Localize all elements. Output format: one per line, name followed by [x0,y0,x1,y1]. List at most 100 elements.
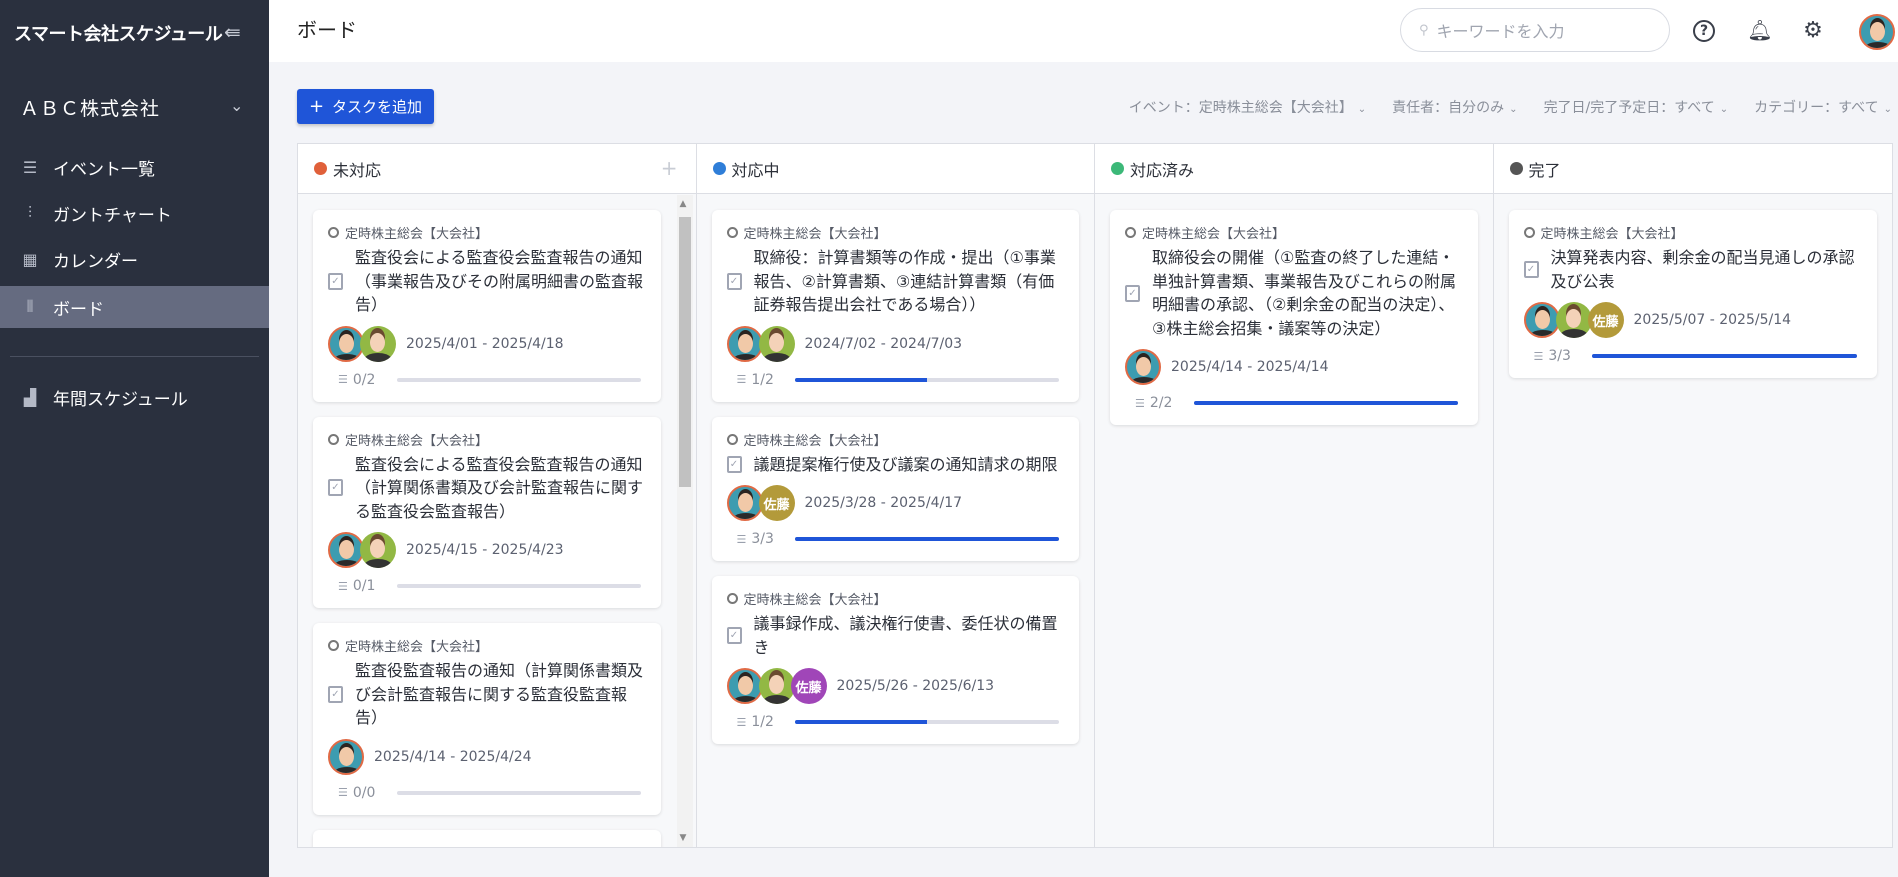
bell-icon[interactable]: 🔔︎ [1747,17,1773,43]
checklist-icon: ☰ [338,786,348,799]
target-icon [328,640,339,651]
sidebar-item-gantt[interactable]: ⫶ ガントチャート [0,192,269,234]
search-input[interactable]: ⚲ キーワードを入力 [1400,8,1670,52]
card-date-range: 2025/5/07 - 2025/5/14 [1633,312,1792,328]
scroll-thumb[interactable] [678,217,691,487]
column-title: 未対応 [333,160,382,180]
sidebar-item-calendar[interactable]: ▦ カレンダー [0,238,269,280]
assignee-avatars [726,325,795,362]
assignee-avatars: 佐藤 [726,668,827,704]
clipboard-check-icon: ✓ [726,272,742,290]
chevron-down-icon: ⌄ [1357,104,1367,115]
sidebar: スマート会社スケジュール ⇚ ＡＢＣ株式会社 ⌄ ☰ イベント一覧 ⫶ ガントチ… [0,0,269,877]
card-title: 取締役：計算書類等の作成・提出（①事業報告、②計算書類、③連結計算書類（有価証券… [753,248,1056,314]
column-resolved: 対応済み 定時株主総会【大会社】 ✓ 取締役会の開催（①監査の終了した連結・単独計… [1095,144,1494,847]
filter-label: カテゴリー：すべて [1754,100,1879,116]
task-card[interactable]: 定時株主総会【大会社】 ✓ 決算発表内容、剰余金の配当見通しの承認及び公表 佐藤 2… [1508,210,1877,378]
task-card[interactable]: 定時株主総会【大会社】 ✓ 議事録作成、議決権行使書、委任状の備置き 佐藤 2025… [711,576,1079,744]
sidebar-item-board[interactable]: ⦀ ボード [0,286,269,328]
column-in-progress: 対応中 定時株主総会【大会社】 ✓ 取締役：計算書類等の作成・提出（①事業報告、②… [696,144,1095,847]
column-body: 定時株主総会【大会社】 ✓ 監査役会による監査役会監査報告の通知（事業報告及びその… [298,195,696,847]
event-label: 定時株主総会【大会社】 [743,227,887,242]
subtask-progress: ☰ 0/0 [328,785,649,801]
help-icon[interactable]: ? [1693,20,1715,42]
task-card[interactable]: 定時株主総会【大会社】 ✓ 取締役会の開催（①監査の終了した連結・単独計算書類、事… [1110,210,1478,425]
card-date-range: 2025/4/14 - 2025/4/14 [1171,359,1329,375]
card-event: 定時株主総会【大会社】 [726,589,1068,608]
card-title: 議事録作成、議決権行使書、委任状の備置き [753,614,1058,657]
event-label: 定時株主総会【大会社】 [345,640,489,655]
checklist-icon: ☰ [736,715,747,729]
sidebar-item-annual-schedule[interactable]: ▟ 年間スケジュール [0,376,269,418]
scroll-up-icon[interactable]: ▲ [680,199,687,209]
task-card[interactable]: 定時株主総会【大会社】 ✓ 取締役：計算書類等の作成・提出（①事業報告、②計算書類… [711,210,1079,402]
chevron-down-icon: ⌄ [1883,104,1892,115]
column-scrollbar[interactable]: ▲ ▼ [676,195,693,847]
card-date-range: 2025/3/28 - 2025/4/17 [804,495,963,511]
avatar: 佐藤 [790,668,827,704]
avatar [1523,302,1560,338]
clipboard-check-icon: ✓ [1125,284,1140,302]
column-body: 定時株主総会【大会社】 ✓ 取締役：計算書類等の作成・提出（①事業報告、②計算書類… [697,195,1095,847]
avatar [328,738,364,775]
filter-event[interactable]: イベント：定時株主総会【大会社】 ⌄ [1129,97,1366,117]
progress-count: 3/3 [1548,348,1571,364]
progress-count: 0/2 [352,371,376,388]
progress-bar [795,720,1059,724]
chevron-down-icon: ⌄ [1719,104,1729,115]
avatar [758,668,795,704]
task-card[interactable]: 定時株主総会【大会社】 ✓ 監査役監査報告の通知（計算関係書類及び会計監査報告に関… [313,623,661,815]
card-event: 定時株主総会【大会社】 [726,223,1068,242]
filter-date[interactable]: 完了日/完了予定日：すべて ⌄ [1544,97,1729,117]
card-title: 議題提案権行使及び議案の通知請求の期限 [753,454,1058,474]
task-card[interactable]: 定時株主総会【大会社】 ✓ 監査役会による監査役会監査報告の通知（計算関係書類及び… [313,416,661,608]
progress-bar [396,377,641,382]
avatar [360,325,396,362]
calendar-icon: ▦ [22,249,38,269]
filter-label: 責任者：自分のみ [1392,100,1505,116]
filter-owner[interactable]: 責任者：自分のみ ⌄ [1392,97,1517,117]
search-placeholder: キーワードを入力 [1436,22,1565,41]
add-task-button[interactable]: + タスクを追加 [297,89,434,124]
app-title: スマート会社スケジュール [14,24,223,45]
event-label: 定時株主総会【大会社】 [345,227,489,242]
task-card[interactable] [313,829,661,847]
task-card[interactable]: 定時株主総会【大会社】 ✓ 議題提案権行使及び議案の通知請求の期限 佐藤 2025/… [711,416,1079,561]
filter-category[interactable]: カテゴリー：すべて ⌄ [1754,97,1892,117]
task-card[interactable]: 定時株主総会【大会社】 ✓ 監査役会による監査役会監査報告の通知（事業報告及びその… [313,210,661,402]
column-body: 定時株主総会【大会社】 ✓ 決算発表内容、剰余金の配当見通しの承認及び公表 佐藤 2… [1494,195,1893,847]
company-selector[interactable]: ＡＢＣ株式会社 [20,94,160,121]
checklist-icon: ☰ [338,579,348,593]
column-header: 未対応 [298,144,696,194]
card-date-range: 2025/4/01 - 2025/4/18 [406,335,564,352]
assignee-avatars [1125,349,1161,385]
assignee-avatars [328,325,396,362]
collapse-sidebar-icon[interactable]: ⇚ [224,20,241,44]
filter-bar: イベント：定時株主総会【大会社】 ⌄ 責任者：自分のみ ⌄ 完了日/完了予定日：すべ… [1129,97,1892,117]
event-label: 定時株主総会【大会社】 [743,593,887,608]
column-header: 対応中 [696,144,1094,194]
gear-icon[interactable]: ⚙ [1800,17,1826,43]
card-event: 定時株主総会【大会社】 [726,430,1068,449]
avatar [1555,302,1592,338]
chevron-down-icon[interactable]: ⌄ [230,96,243,115]
assignee-avatars: 佐藤 [726,485,795,521]
column-body: 定時株主総会【大会社】 ✓ 取締役会の開催（①監査の終了した連結・単独計算書類、事… [1095,195,1493,847]
card-event: 定時株主総会【大会社】 [1523,223,1866,242]
add-card-icon[interactable]: + [661,156,678,180]
sidebar-item-events[interactable]: ☰ イベント一覧 [0,146,269,188]
card-title: 監査役監査報告の通知（計算関係書類及び会計監査報告に関する監査役監査報告） [355,661,644,727]
list-icon: ☰ [22,157,38,177]
event-label: 定時株主総会【大会社】 [1540,227,1684,242]
progress-fill [795,720,928,724]
target-icon [328,227,339,238]
card-title: 取締役会の開催（①監査の終了した連結・単独計算書類、事業報告及びこれらの附属明細… [1152,248,1457,338]
progress-bar [795,537,1059,541]
card-date-range: 2025/5/26 - 2025/6/13 [836,678,995,694]
user-avatar[interactable] [1859,14,1895,50]
sidebar-item-label: カレンダー [53,251,138,272]
scroll-down-icon[interactable]: ▼ [680,833,687,843]
gantt-icon: ⫶ [27,203,32,222]
column-title: 対応済み [1130,160,1195,180]
target-icon [328,433,339,445]
